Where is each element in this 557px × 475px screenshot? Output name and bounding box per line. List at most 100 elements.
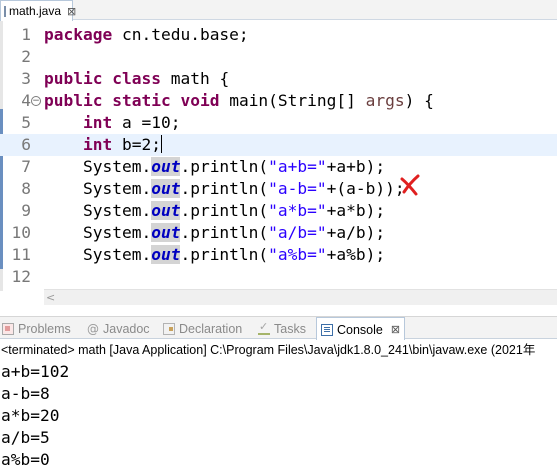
tab-console-label: Console — [337, 322, 383, 337]
code-token: .println( — [180, 223, 269, 242]
line-number: 7 — [21, 157, 31, 176]
horizontal-scrollbar[interactable]: < — [44, 289, 557, 305]
tab-declaration[interactable]: Declaration — [163, 317, 242, 340]
tab-tasks-label: Tasks — [274, 321, 306, 336]
code-text: System.out.println("a*b="+a*b); — [44, 200, 385, 222]
close-icon[interactable]: ⊠ — [67, 6, 76, 17]
keyword-token: package — [44, 25, 113, 44]
param-token: args — [365, 91, 405, 110]
editor-tab-bar: math.java ⊠ — [0, 0, 557, 21]
code-token: +a*b); — [326, 201, 386, 220]
tab-console[interactable]: Console ⊠ — [316, 317, 406, 341]
code-line[interactable]: 7 System.out.println("a+b="+a+b); — [0, 156, 557, 178]
problems-icon — [2, 322, 14, 335]
field-token: out — [151, 201, 181, 220]
line-number: 10 — [11, 223, 32, 242]
close-icon[interactable]: ⊠ — [391, 323, 400, 336]
code-line[interactable]: 6 int b=2; — [0, 134, 557, 156]
keyword-token: public — [44, 69, 103, 88]
javadoc-icon: @ — [87, 321, 99, 336]
code-text: int a =10; — [44, 112, 180, 134]
code-text: public static void main(String[] args) { — [44, 90, 434, 112]
code-text: int b=2; — [44, 134, 162, 156]
line-number: 11 — [11, 245, 32, 264]
code-token: System. — [44, 179, 152, 198]
code-token: +a/b); — [326, 223, 386, 242]
code-token: ) { — [404, 91, 434, 110]
code-line[interactable]: 2 — [0, 46, 557, 68]
code-text: package cn.tedu.base; — [44, 24, 249, 46]
field-token: out — [151, 223, 181, 242]
tab-declaration-label: Declaration — [179, 321, 243, 336]
line-number: 4 — [21, 91, 31, 110]
code-token: cn.tedu.base; — [112, 25, 249, 44]
keyword-token: void — [180, 91, 220, 110]
line-number: 1 — [21, 25, 31, 44]
code-line[interactable]: 3 public class math { — [0, 68, 557, 90]
field-token: out — [151, 157, 181, 176]
text-caret — [160, 135, 162, 153]
code-text: System.out.println("a%b="+a%b); — [44, 244, 385, 266]
field-token: out — [151, 179, 181, 198]
code-text: System.out.println("a/b="+a/b); — [44, 222, 385, 244]
code-token: .println( — [180, 245, 269, 264]
editor-tab-math-java[interactable]: math.java ⊠ — [0, 0, 76, 21]
code-line[interactable]: 4− public static void main(String[] args)… — [0, 90, 557, 112]
code-line[interactable]: 1 package cn.tedu.base; — [0, 24, 557, 46]
code-text: public class math { — [44, 68, 229, 90]
code-line[interactable]: 5 int a =10; — [0, 112, 557, 134]
code-token: System. — [44, 201, 152, 220]
code-line[interactable]: 12 — [0, 266, 557, 288]
code-text: System.out.println("a-b="+(a-b)); — [44, 178, 405, 200]
java-file-icon — [4, 5, 6, 17]
keyword-token: class — [112, 69, 161, 88]
line-number: 3 — [21, 69, 31, 88]
string-token: "a-b=" — [268, 179, 327, 198]
code-token: +a+b); — [326, 157, 386, 176]
code-token: System. — [44, 245, 152, 264]
scroll-left-arrow-icon[interactable]: < — [46, 291, 55, 304]
string-token: "a*b=" — [268, 201, 327, 220]
keyword-token: int — [82, 135, 113, 154]
code-token: +a%b); — [326, 245, 386, 264]
code-token: math { — [160, 69, 230, 88]
tab-tasks[interactable]: Tasks — [258, 317, 306, 340]
declaration-icon — [163, 322, 175, 335]
string-token: "a%b=" — [268, 245, 327, 264]
code-token: .println( — [180, 157, 269, 176]
tab-javadoc-label: Javadoc — [103, 321, 150, 336]
code-line[interactable]: 10 System.out.println("a/b="+a/b); — [0, 222, 557, 244]
tab-problems[interactable]: Problems — [2, 317, 71, 340]
editor-tab-label: math.java — [9, 4, 62, 18]
code-line[interactable]: 8 System.out.println("a-b="+(a-b)); — [0, 178, 557, 200]
code-token: .println( — [180, 201, 269, 220]
console-output-line: a+b=102 — [1, 362, 70, 381]
view-tab-bar: Problems @ Javadoc Declaration Tasks Con… — [0, 316, 557, 341]
string-token: "a/b=" — [268, 223, 327, 242]
tasks-icon — [258, 320, 270, 335]
tab-problems-label: Problems — [18, 321, 71, 336]
code-editor[interactable]: 1 package cn.tedu.base; 2 3 public class mat… — [0, 21, 557, 291]
console-output[interactable]: a+b=102 a-b=8 a*b=20 a/b=5 a%b=0 — [1, 361, 69, 471]
console-output-line: a%b=0 — [1, 450, 50, 469]
field-token: out — [151, 245, 181, 264]
console-process-header: <terminated> math [Java Application] C:\… — [0, 340, 557, 361]
line-number: 9 — [21, 201, 31, 220]
console-icon — [321, 323, 333, 336]
code-token: System. — [44, 223, 152, 242]
code-token: +(a-b)); — [326, 179, 405, 198]
tab-javadoc[interactable]: @ Javadoc — [87, 317, 150, 340]
code-line[interactable]: 9 System.out.println("a*b="+a*b); — [0, 200, 557, 222]
code-token: b=2; — [112, 135, 161, 154]
code-line[interactable]: 11 System.out.println("a%b="+a%b); — [0, 244, 557, 266]
fold-toggle-icon[interactable]: − — [31, 96, 41, 106]
string-token: "a+b=" — [268, 157, 327, 176]
line-number: 12 — [11, 267, 32, 286]
keyword-token: int — [82, 113, 113, 132]
console-output-line: a-b=8 — [1, 384, 50, 403]
keyword-token: static — [112, 91, 171, 110]
